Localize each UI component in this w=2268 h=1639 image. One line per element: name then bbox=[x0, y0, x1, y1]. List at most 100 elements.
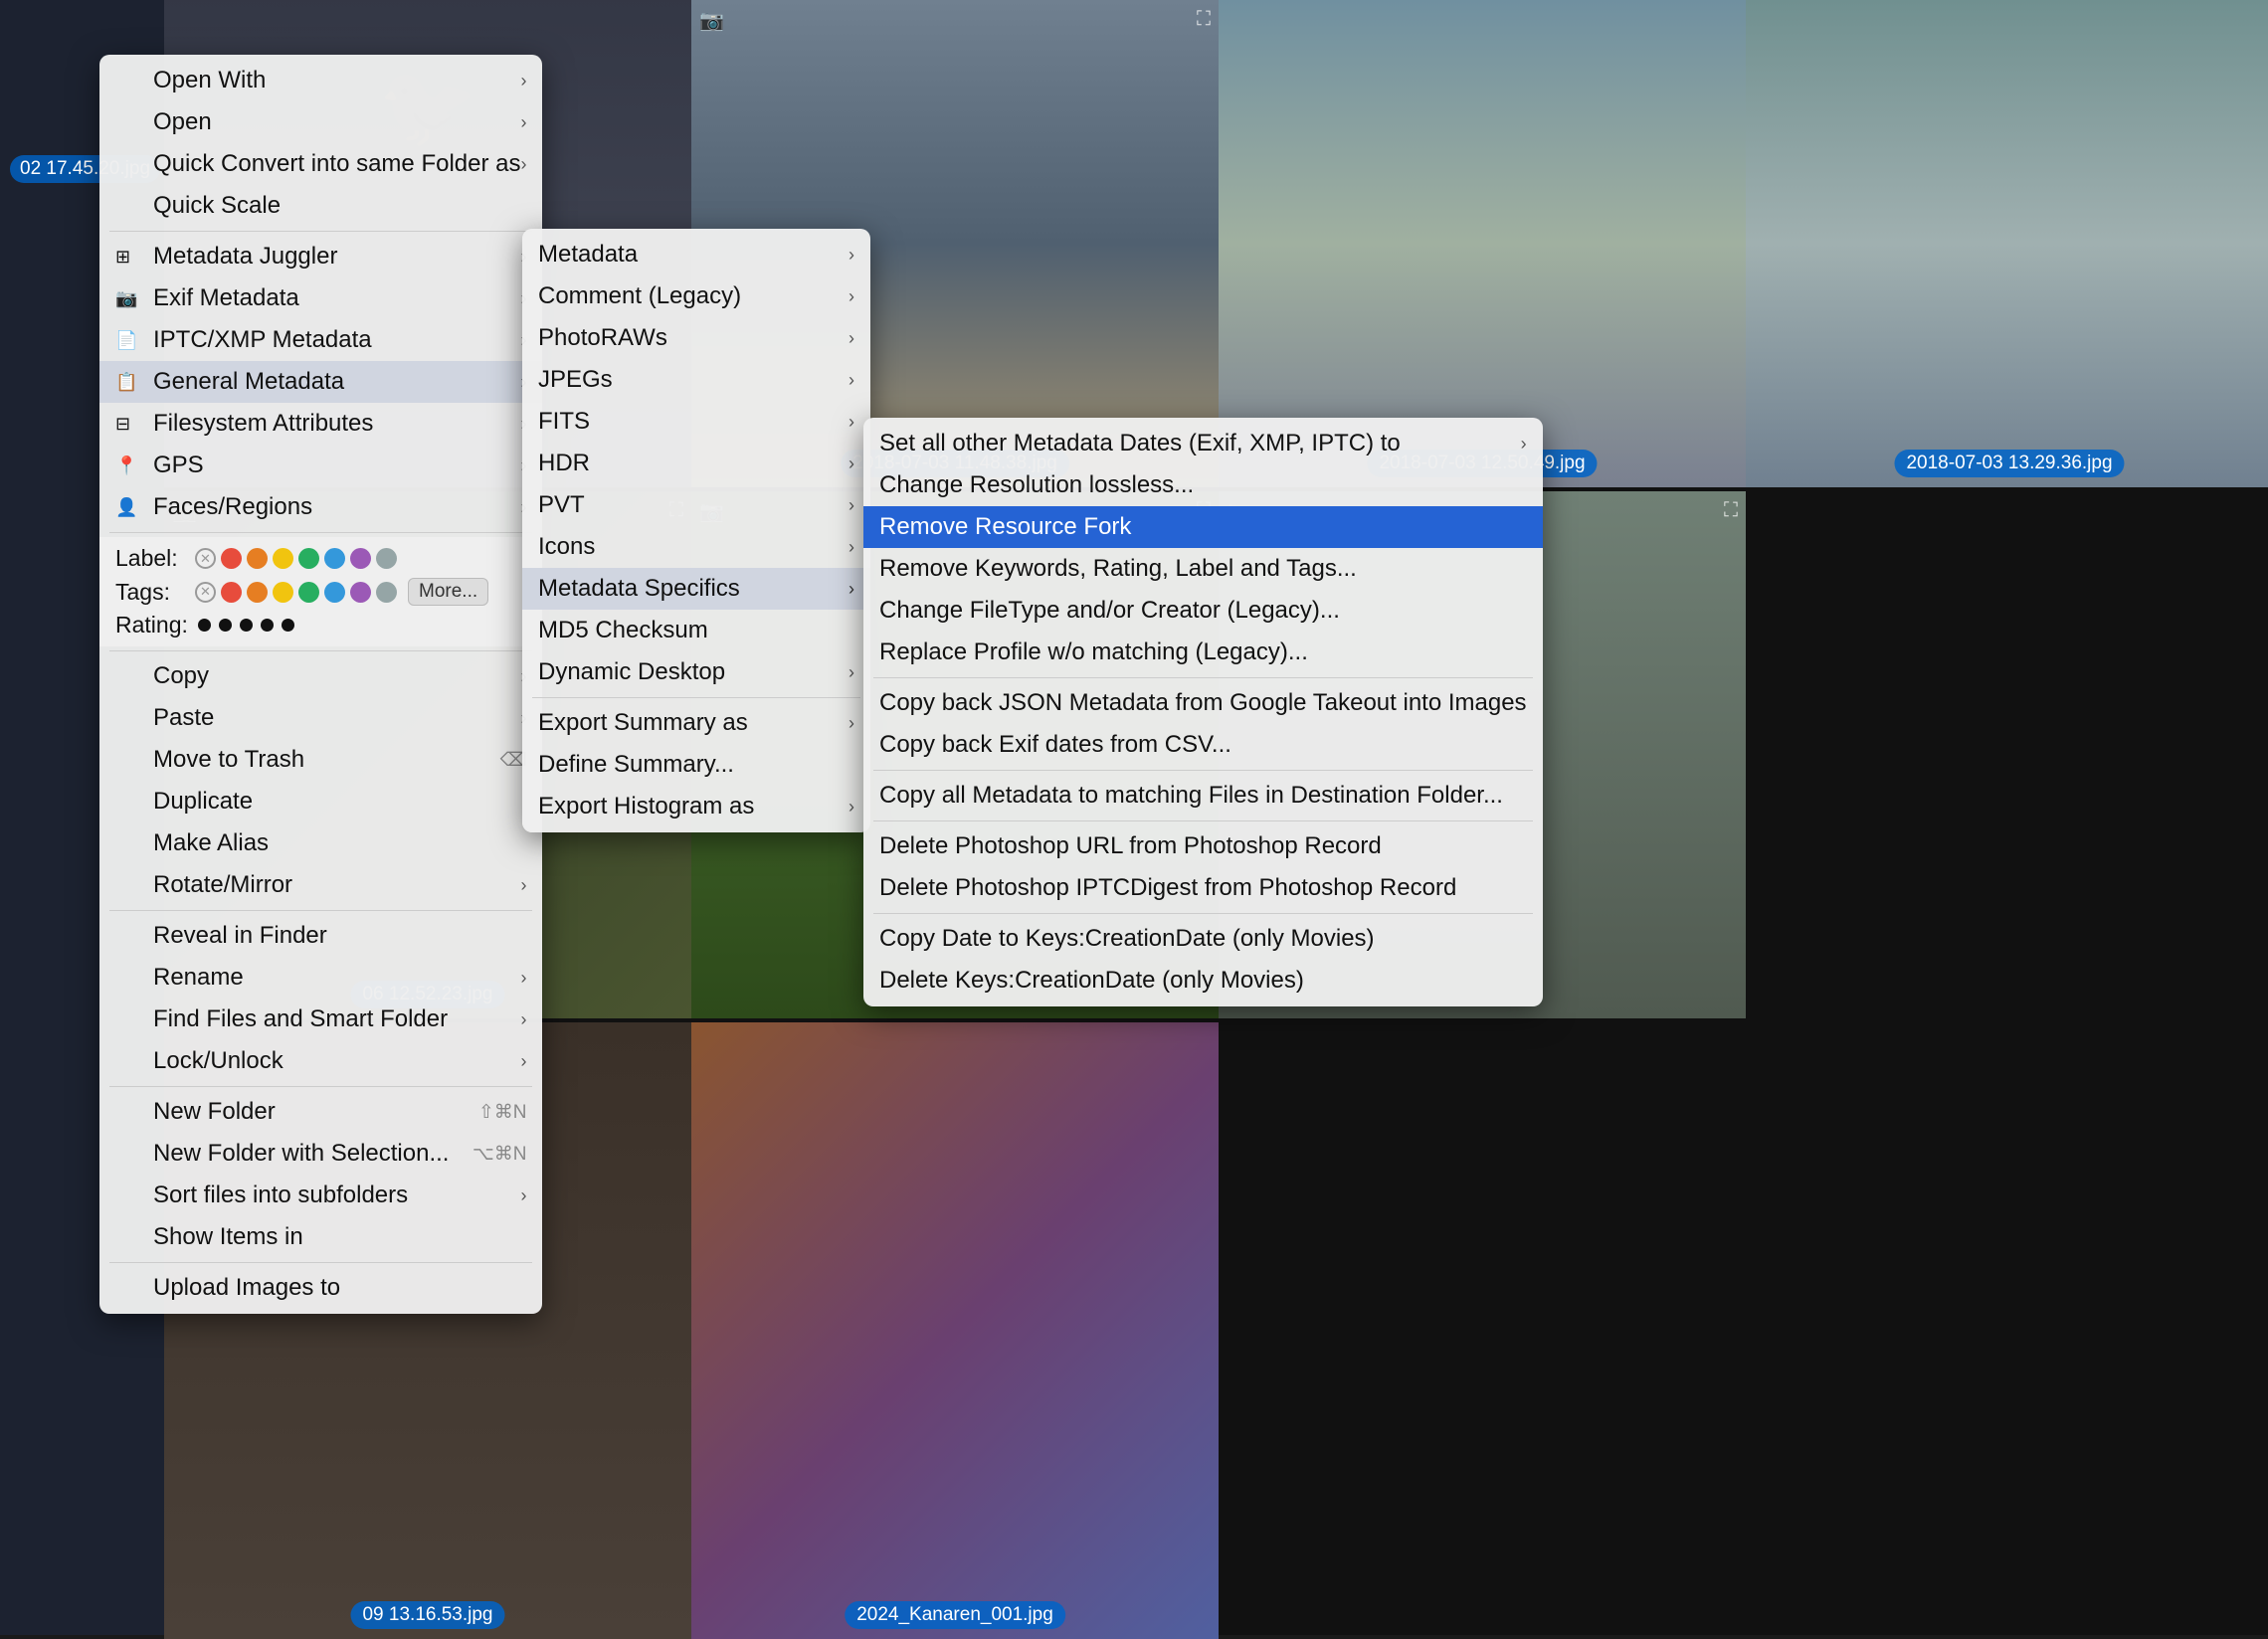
sub1-icons[interactable]: Icons › bbox=[522, 526, 870, 568]
menu-item-upload[interactable]: Upload Images to bbox=[99, 1267, 542, 1309]
arrow-rename: › bbox=[520, 968, 526, 989]
label-dot-purple[interactable] bbox=[350, 548, 371, 569]
menu-item-gps[interactable]: 📍 GPS › bbox=[99, 445, 542, 486]
menu-item-paste[interactable]: Paste › bbox=[99, 697, 542, 739]
sub1-hdr[interactable]: HDR › bbox=[522, 443, 870, 484]
label-dot-red[interactable] bbox=[221, 548, 242, 569]
arrow-sub1-histogram: › bbox=[849, 797, 854, 818]
tags-dot-yellow[interactable] bbox=[273, 582, 293, 603]
menu-item-faces[interactable]: 👤 Faces/Regions › bbox=[99, 486, 542, 528]
expand-icon-4[interactable]: ⛶ bbox=[1724, 499, 1738, 522]
menu-item-make-alias[interactable]: Make Alias bbox=[99, 822, 542, 864]
camera-icon-1: 📷 bbox=[699, 8, 724, 33]
metadata-juggler-icon: ⊞ bbox=[115, 247, 145, 268]
sub1-metadata[interactable]: Metadata › bbox=[522, 234, 870, 275]
sub2-copy-json[interactable]: Copy back JSON Metadata from Google Take… bbox=[863, 682, 1543, 724]
sub1-pvt[interactable]: PVT › bbox=[522, 484, 870, 526]
label-text: Label: bbox=[115, 545, 185, 572]
menu-item-quick-convert[interactable]: Quick Convert into same Folder as › bbox=[99, 143, 542, 185]
arrow-icon-open-with: › bbox=[520, 71, 526, 91]
photo-label-7: 2024_Kanaren_001.jpg bbox=[845, 1601, 1065, 1629]
menu-item-reveal-finder[interactable]: Reveal in Finder bbox=[99, 915, 542, 957]
tags-dot-green[interactable] bbox=[298, 582, 319, 603]
menu-item-copy[interactable]: Copy › bbox=[99, 655, 542, 697]
expand-icon-1[interactable]: ⛶ bbox=[1197, 8, 1211, 31]
exif-icon: 📷 bbox=[115, 288, 145, 309]
sub1-export-summary[interactable]: Export Summary as › bbox=[522, 702, 870, 744]
arrow-sort: › bbox=[520, 1185, 526, 1206]
sub2-copy-exif-csv[interactable]: Copy back Exif dates from CSV... bbox=[863, 724, 1543, 766]
menu-item-rename[interactable]: Rename › bbox=[99, 957, 542, 999]
separator-2 bbox=[109, 532, 532, 533]
arrow-lock: › bbox=[520, 1051, 526, 1072]
sub1-define-summary[interactable]: Define Summary... bbox=[522, 744, 870, 786]
sub2-change-filetype[interactable]: Change FileType and/or Creator (Legacy).… bbox=[863, 590, 1543, 632]
label-dot-yellow[interactable] bbox=[273, 548, 293, 569]
sub2-replace-profile[interactable]: Replace Profile w/o matching (Legacy)... bbox=[863, 632, 1543, 673]
sub2-sep-b bbox=[873, 770, 1533, 771]
menu-item-quick-scale[interactable]: Quick Scale bbox=[99, 185, 542, 227]
menu-item-find-files[interactable]: Find Files and Smart Folder › bbox=[99, 999, 542, 1040]
sub1-comment-legacy[interactable]: Comment (Legacy) › bbox=[522, 275, 870, 317]
rating-dot-3[interactable] bbox=[240, 619, 253, 632]
sub1-metadata-specifics[interactable]: Metadata Specifics › bbox=[522, 568, 870, 610]
menu-item-new-folder-sel[interactable]: New Folder with Selection... ⌥⌘N bbox=[99, 1133, 542, 1175]
sub2-delete-ps-iptc[interactable]: Delete Photoshop IPTCDigest from Photosh… bbox=[863, 867, 1543, 909]
sub1-fits[interactable]: FITS › bbox=[522, 401, 870, 443]
menu-item-show-items[interactable]: Show Items in bbox=[99, 1216, 542, 1258]
menu-item-open[interactable]: Open › bbox=[99, 101, 542, 143]
faces-icon: 👤 bbox=[115, 497, 145, 518]
rating-dots bbox=[198, 619, 294, 632]
menu-item-rotate-mirror[interactable]: Rotate/Mirror › bbox=[99, 864, 542, 906]
photo-label-6: 09 13.16.53.jpg bbox=[350, 1601, 504, 1629]
sub2-copy-metadata-dest[interactable]: Copy all Metadata to matching Files in D… bbox=[863, 775, 1543, 817]
more-button[interactable]: More... bbox=[408, 578, 488, 606]
label-dot-green[interactable] bbox=[298, 548, 319, 569]
sub1-md5[interactable]: MD5 Checksum bbox=[522, 610, 870, 651]
sub2-delete-ps-url[interactable]: Delete Photoshop URL from Photoshop Reco… bbox=[863, 825, 1543, 867]
tags-colors: ✕ More... bbox=[195, 578, 488, 606]
rating-dot-1[interactable] bbox=[198, 619, 211, 632]
sub2-delete-keys-creation[interactable]: Delete Keys:CreationDate (only Movies) bbox=[863, 960, 1543, 1002]
tags-dot-blue[interactable] bbox=[324, 582, 345, 603]
menu-item-lock-unlock[interactable]: Lock/Unlock › bbox=[99, 1040, 542, 1082]
sub1-dynamic-desktop[interactable]: Dynamic Desktop › bbox=[522, 651, 870, 693]
sub1-photoraw[interactable]: PhotoRAWs › bbox=[522, 317, 870, 359]
new-folder-sel-shortcut: ⌥⌘N bbox=[472, 1143, 527, 1166]
sub2-remove-keywords[interactable]: Remove Keywords, Rating, Label and Tags.… bbox=[863, 548, 1543, 590]
arrow-sub1-jpegs: › bbox=[849, 370, 854, 391]
menu-item-sort-subfolders[interactable]: Sort files into subfolders › bbox=[99, 1175, 542, 1216]
menu-item-exif[interactable]: 📷 Exif Metadata › bbox=[99, 277, 542, 319]
sub1-export-histogram[interactable]: Export Histogram as › bbox=[522, 786, 870, 827]
tags-dot-orange[interactable] bbox=[247, 582, 268, 603]
tags-dot-purple[interactable] bbox=[350, 582, 371, 603]
context-menu-main: Open With › Open › Quick Convert into sa… bbox=[99, 55, 542, 1314]
tags-x-button[interactable]: ✕ bbox=[195, 582, 216, 603]
rating-dot-5[interactable] bbox=[282, 619, 294, 632]
tags-dot-red[interactable] bbox=[221, 582, 242, 603]
label-dot-orange[interactable] bbox=[247, 548, 268, 569]
arrow-sub1-dynamic: › bbox=[849, 662, 854, 683]
label-dot-blue[interactable] bbox=[324, 548, 345, 569]
menu-item-move-trash[interactable]: Move to Trash ⌫ bbox=[99, 739, 542, 781]
menu-item-duplicate[interactable]: Duplicate bbox=[99, 781, 542, 822]
label-dot-gray[interactable] bbox=[376, 548, 397, 569]
menu-item-open-with[interactable]: Open With › bbox=[99, 60, 542, 101]
sub2-set-dates[interactable]: Set all other Metadata Dates (Exif, XMP,… bbox=[863, 423, 1543, 464]
sub1-jpegs[interactable]: JPEGs › bbox=[522, 359, 870, 401]
sub2-copy-date-keys[interactable]: Copy Date to Keys:CreationDate (only Mov… bbox=[863, 918, 1543, 960]
arrow-find: › bbox=[520, 1009, 526, 1030]
tags-dot-gray[interactable] bbox=[376, 582, 397, 603]
rating-dot-2[interactable] bbox=[219, 619, 232, 632]
arrow-sub1-pvt: › bbox=[849, 495, 854, 516]
arrow-sub1-hdr: › bbox=[849, 454, 854, 474]
rating-dot-4[interactable] bbox=[261, 619, 274, 632]
menu-item-metadata-juggler[interactable]: ⊞ Metadata Juggler › bbox=[99, 236, 542, 277]
menu-item-general-metadata[interactable]: 📋 General Metadata › bbox=[99, 361, 542, 403]
menu-item-new-folder[interactable]: New Folder ⇧⌘N bbox=[99, 1091, 542, 1133]
menu-item-filesystem[interactable]: ⊟ Filesystem Attributes › bbox=[99, 403, 542, 445]
label-x-button[interactable]: ✕ bbox=[195, 548, 216, 569]
menu-item-iptc[interactable]: 📄 IPTC/XMP Metadata › bbox=[99, 319, 542, 361]
sub2-change-resolution[interactable]: Change Resolution lossless... bbox=[863, 464, 1543, 506]
sub2-remove-resource-fork[interactable]: Remove Resource Fork bbox=[863, 506, 1543, 548]
